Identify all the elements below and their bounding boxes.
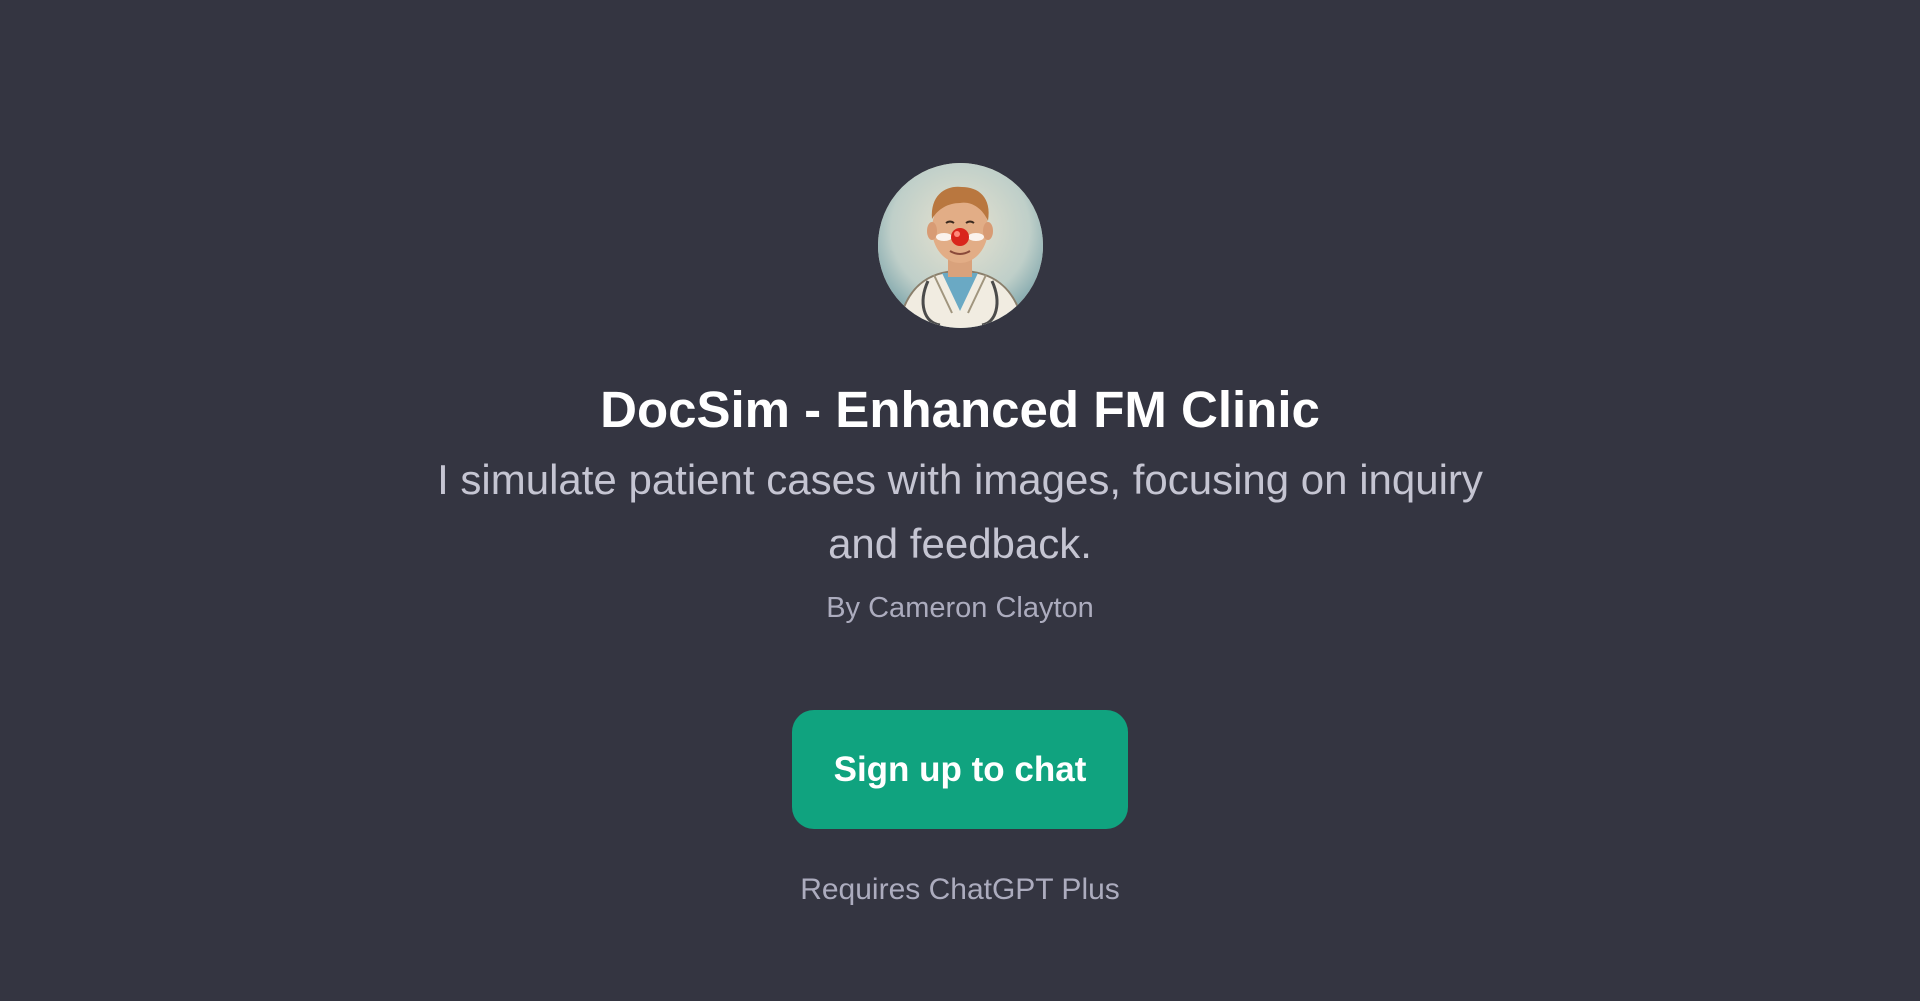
requirement-note: Requires ChatGPT Plus (800, 873, 1120, 906)
gpt-description: I simulate patient cases with images, fo… (437, 456, 1483, 567)
gpt-title: DocSim - Enhanced FM Clinic (600, 381, 1320, 438)
gpt-author: By Cameron Clayton (826, 592, 1094, 624)
gpt-landing-page: DocSim - Enhanced FM Clinic I simulate p… (0, 0, 1920, 1001)
gpt-avatar-icon (878, 163, 1043, 328)
sign-up-to-chat-button[interactable]: Sign up to chat (792, 710, 1128, 829)
